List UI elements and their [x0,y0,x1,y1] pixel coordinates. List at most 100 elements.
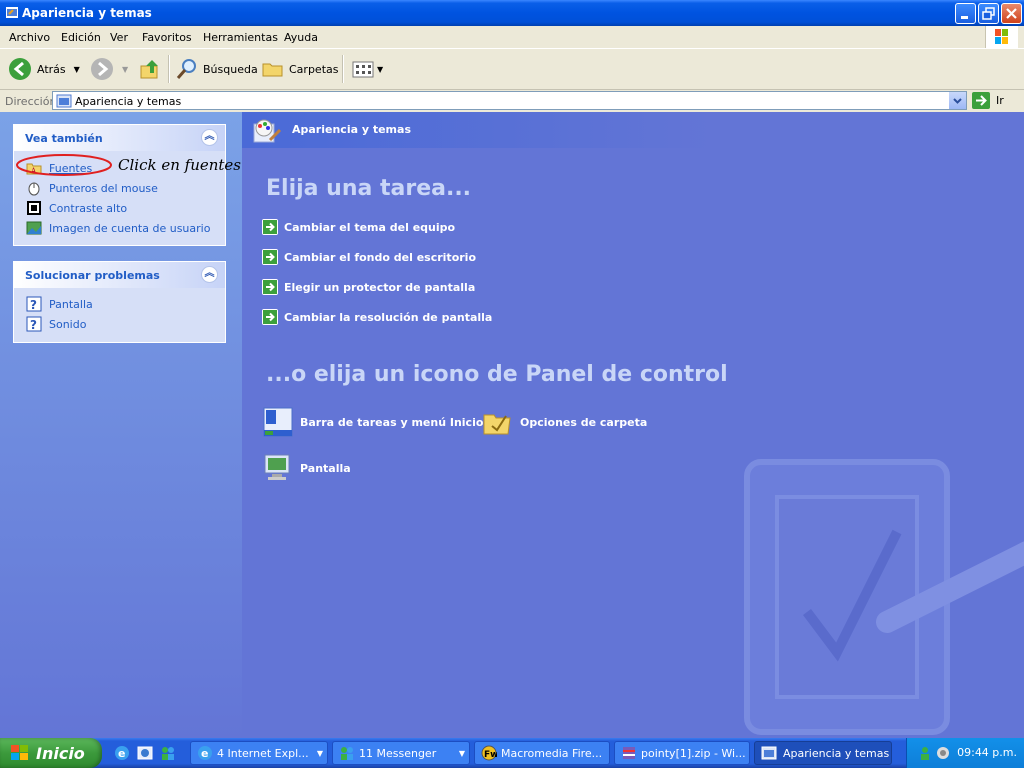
cp-label: Barra de tareas y menú Inicio [300,415,484,429]
green-arrow-icon [262,309,278,325]
task-label: Cambiar el fondo del escritorio [284,250,477,264]
views-button[interactable]: ▼ [351,49,383,89]
taskbar-button-label: 11 Messenger [359,746,437,760]
menu-favoritos[interactable]: Favoritos [142,31,192,44]
svg-text:Fw: Fw [484,750,497,760]
cp-label: Pantalla [300,461,351,475]
cp-icon-folder-options[interactable]: Opciones de carpeta [482,406,647,438]
address-dropdown-button[interactable] [948,92,966,109]
menu-herramientas[interactable]: Herramientas [203,31,278,44]
sidebar-item-imagen-cuenta[interactable]: Imagen de cuenta de usuario [26,219,210,237]
sidebar-item-punteros[interactable]: Punteros del mouse [26,179,158,197]
see-also-title: Vea también [25,132,103,145]
outlook-quicklaunch-icon[interactable] [137,745,153,761]
taskbar-button-label: Macromedia Fire... [501,746,603,760]
sidebar-item-label: Imagen de cuenta de usuario [49,221,211,235]
svg-text:e: e [201,747,208,760]
taskbar-button-ie[interactable]: e 4 Internet Expl... ▼ [190,741,328,765]
icon-heading: ...o elija un icono de Panel de control [266,362,728,387]
minimize-icon [961,16,968,19]
volume-tray-icon[interactable] [935,745,951,761]
control-panel-icon [56,94,72,108]
forward-button[interactable]: ▼ [90,49,128,89]
taskbar-button-apariencia[interactable]: Apariencia y temas [754,741,892,765]
taskbar-button-winzip[interactable]: pointy[1].zip - Wi... [614,741,750,765]
clock[interactable]: 09:44 p.m. [957,746,1017,759]
up-folder-icon [140,60,158,79]
minimize-button[interactable] [955,3,976,24]
taskbar-button-fireworks[interactable]: Fw Macromedia Fire... [474,741,610,765]
annotation-circle [16,154,112,176]
sidebar-item-sonido[interactable]: ? Sonido [26,315,86,333]
collapse-icon[interactable]: ︽ [201,266,218,283]
task-link-resolucion[interactable]: Cambiar la resolución de pantalla [262,308,492,326]
messenger-tray-icon[interactable] [917,745,933,761]
task-link-protector[interactable]: Elegir un protector de pantalla [262,278,475,296]
up-folder-button[interactable] [138,49,162,89]
views-dropdown-icon[interactable]: ▼ [377,65,383,74]
menu-archivo[interactable]: Archivo [9,31,50,44]
close-button[interactable] [1001,3,1022,24]
maximize-button[interactable] [978,3,999,24]
folders-icon [262,63,283,77]
title-bar[interactable]: Apariencia y temas [0,0,1024,26]
annotation-text: Click en fuentes [118,156,241,174]
task-link-fondo[interactable]: Cambiar el fondo del escritorio [262,248,476,266]
taskbar-button-label: 4 Internet Expl... [217,746,309,760]
see-also-header[interactable]: Vea también ︽ [14,125,225,151]
search-icon [176,59,196,79]
search-button[interactable]: Búsqueda [175,49,258,89]
taskbar-button-label: pointy[1].zip - Wi... [641,746,746,760]
taskbar-button-label: Apariencia y temas [783,746,890,760]
folders-button[interactable]: Carpetas [261,49,338,89]
breadcrumb-bar: Apariencia y temas [242,112,1024,148]
folders-label: Carpetas [289,62,339,76]
window-icon [6,7,18,18]
troubleshoot-panel: Solucionar problemas ︽ ? Pantalla ? Soni… [13,261,226,343]
sidebar-item-label: Contraste alto [49,201,128,215]
restore-icon [982,7,995,20]
messenger-quicklaunch-icon[interactable] [160,745,176,761]
forward-dropdown-icon[interactable]: ▼ [122,65,128,74]
back-arrow-icon [9,58,31,80]
forward-arrow-icon [91,58,113,80]
go-button[interactable]: Ir [972,92,1004,109]
green-arrow-icon [262,279,278,295]
chevron-down-icon [953,98,962,104]
main-content: Apariencia y temas Elija una tarea... Ca… [242,112,1024,738]
collapse-icon[interactable]: ︽ [201,129,218,146]
sidebar-item-pantalla[interactable]: ? Pantalla [26,295,93,313]
window-title: Apariencia y temas [22,6,152,20]
sidebar-item-contraste[interactable]: Contraste alto [26,199,127,217]
cp-icon-taskbar[interactable]: Barra de tareas y menú Inicio [262,406,483,438]
sidebar-item-label: Sonido [49,317,87,331]
mouse-icon [28,182,40,196]
help-icon: ? [26,296,42,312]
ie-quicklaunch-icon[interactable]: e [114,745,130,761]
contrast-icon [27,201,41,215]
menu-edicion[interactable]: Edición [61,31,101,44]
ie-icon: e [198,746,212,760]
menu-ayuda[interactable]: Ayuda [284,31,318,44]
taskbar-icon [263,407,293,437]
task-label: Cambiar la resolución de pantalla [284,310,493,324]
troubleshoot-header[interactable]: Solucionar problemas ︽ [14,262,225,288]
menu-bar: Archivo Edición Ver Favoritos Herramient… [0,26,1024,49]
taskbar-button-messenger[interactable]: 11 Messenger ▼ [332,741,470,765]
cp-icon-display[interactable]: Pantalla [262,452,351,484]
menu-ver[interactable]: Ver [110,31,128,44]
start-button[interactable]: Inicio [0,738,102,768]
windows-logo-icon [985,26,1018,48]
task-link-tema[interactable]: Cambiar el tema del equipo [262,218,455,236]
watermark-checkmark-icon [744,459,1024,735]
sidebar-item-label: Punteros del mouse [49,181,158,195]
svg-text:?: ? [30,298,37,312]
cp-label: Opciones de carpeta [520,415,648,429]
sidebar-item-label: Pantalla [49,297,93,311]
address-value: Apariencia y temas [75,95,182,108]
back-dropdown-icon[interactable]: ▼ [74,65,80,74]
address-label: Dirección [5,95,57,108]
close-icon [1006,8,1017,19]
back-button[interactable]: Atrás ▼ [8,49,80,89]
address-input[interactable]: Apariencia y temas [52,91,967,110]
